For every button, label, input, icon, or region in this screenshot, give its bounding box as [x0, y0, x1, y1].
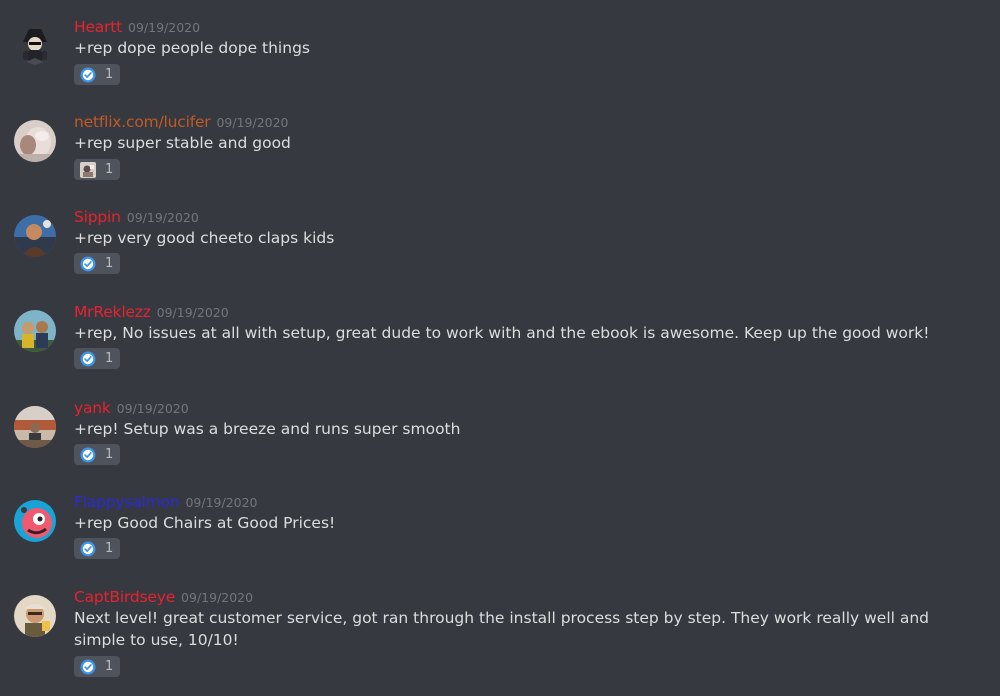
message-feed: Heartt 09/19/2020 +rep dope people dope t… [0, 0, 1000, 696]
reaction-count: 1 [105, 541, 114, 556]
reaction-button[interactable]: 1 [74, 253, 120, 274]
reaction-count: 1 [105, 447, 114, 462]
avatar-image [14, 25, 56, 67]
avatar[interactable] [14, 120, 56, 162]
avatar-image [14, 215, 56, 257]
message-text: +rep dope people dope things [74, 39, 310, 57]
reaction-button[interactable]: 1 [74, 64, 120, 85]
reaction-button[interactable]: 1 [74, 656, 120, 677]
reaction-button[interactable]: 1 [74, 348, 120, 369]
message-header: CaptBirdseye 09/19/2020 [74, 585, 253, 609]
message-header: yank 09/19/2020 [74, 396, 189, 420]
timestamp: 09/19/2020 [185, 495, 258, 510]
verified-check-icon [80, 447, 96, 463]
message-text: +rep very good cheeto claps kids [74, 229, 335, 247]
username[interactable]: yank [74, 399, 111, 417]
timestamp: 09/19/2020 [156, 305, 229, 320]
reaction-button[interactable]: 1 [74, 159, 120, 180]
message-header: Heartt 09/19/2020 [74, 15, 200, 39]
message-header: MrReklezz 09/19/2020 [74, 300, 229, 324]
avatar[interactable] [14, 595, 56, 637]
avatar[interactable] [14, 310, 56, 352]
reaction-count: 1 [105, 67, 114, 82]
message-header: netflix.com/lucifer 09/19/2020 [74, 110, 289, 134]
verified-check-icon [80, 67, 96, 83]
username[interactable]: CaptBirdseye [74, 588, 175, 606]
avatar[interactable] [14, 215, 56, 257]
avatar[interactable] [14, 406, 56, 448]
message-text: +rep super stable and good [74, 134, 291, 152]
timestamp: 09/19/2020 [128, 20, 201, 35]
reaction-count: 1 [105, 659, 114, 674]
avatar[interactable] [14, 500, 56, 542]
message-text: Next level! great customer service, got … [74, 609, 930, 649]
message-header: Sippin 09/19/2020 [74, 205, 199, 229]
username[interactable]: Heartt [74, 18, 122, 36]
avatar-image [14, 595, 56, 637]
avatar-image [14, 500, 56, 542]
username[interactable]: Sippin [74, 208, 121, 226]
avatar-image [14, 310, 56, 352]
username[interactable]: netflix.com/lucifer [74, 113, 211, 131]
reaction-count: 1 [105, 256, 114, 271]
avatar-image [14, 120, 56, 162]
reaction-count: 1 [105, 351, 114, 366]
reaction-count: 1 [105, 162, 114, 177]
message-text: +rep, No issues at all with setup, great… [74, 324, 930, 342]
verified-check-icon [80, 541, 96, 557]
custom-avatar-emoji-icon [80, 161, 96, 178]
verified-check-icon [80, 256, 96, 272]
reaction-button[interactable]: 1 [74, 444, 120, 465]
verified-check-icon [80, 351, 96, 367]
username[interactable]: MrReklezz [74, 303, 151, 321]
message-text: +rep Good Chairs at Good Prices! [74, 514, 336, 532]
avatar-image [14, 406, 56, 448]
avatar[interactable] [14, 25, 56, 67]
reaction-button[interactable]: 1 [74, 538, 120, 559]
message-text: +rep! Setup was a breeze and runs super … [74, 420, 461, 438]
timestamp: 09/19/2020 [181, 590, 254, 605]
verified-check-icon [80, 659, 96, 675]
timestamp: 09/19/2020 [126, 210, 199, 225]
username[interactable]: Flappysalmon [74, 493, 180, 511]
message-header: Flappysalmon 09/19/2020 [74, 490, 258, 514]
timestamp: 09/19/2020 [216, 115, 289, 130]
timestamp: 09/19/2020 [116, 401, 189, 416]
